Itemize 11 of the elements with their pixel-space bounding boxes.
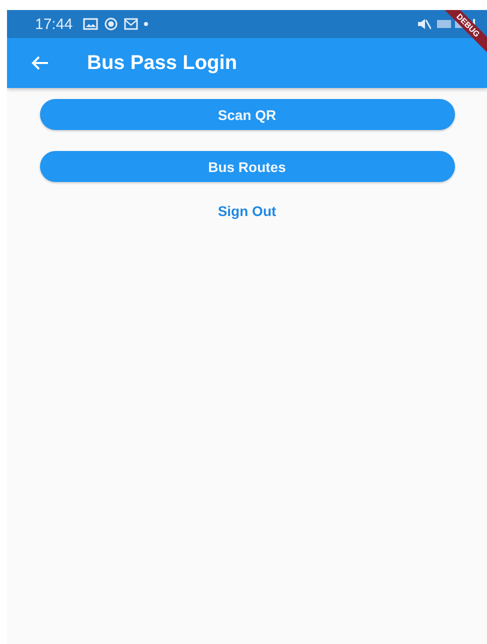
dot-icon [144, 22, 148, 26]
mute-icon [417, 18, 431, 30]
app-bar-title: Bus Pass Login [87, 52, 238, 74]
sign-out-link[interactable]: Sign Out [210, 199, 284, 223]
back-arrow-icon[interactable] [31, 55, 49, 71]
mail-icon [124, 18, 138, 30]
circle-icon [104, 17, 118, 31]
action-button[interactable]: Scan QR [40, 99, 454, 130]
action-button[interactable]: Bus Routes [40, 151, 454, 182]
image-icon [82, 18, 98, 30]
status-time: 17:44 [35, 16, 73, 32]
